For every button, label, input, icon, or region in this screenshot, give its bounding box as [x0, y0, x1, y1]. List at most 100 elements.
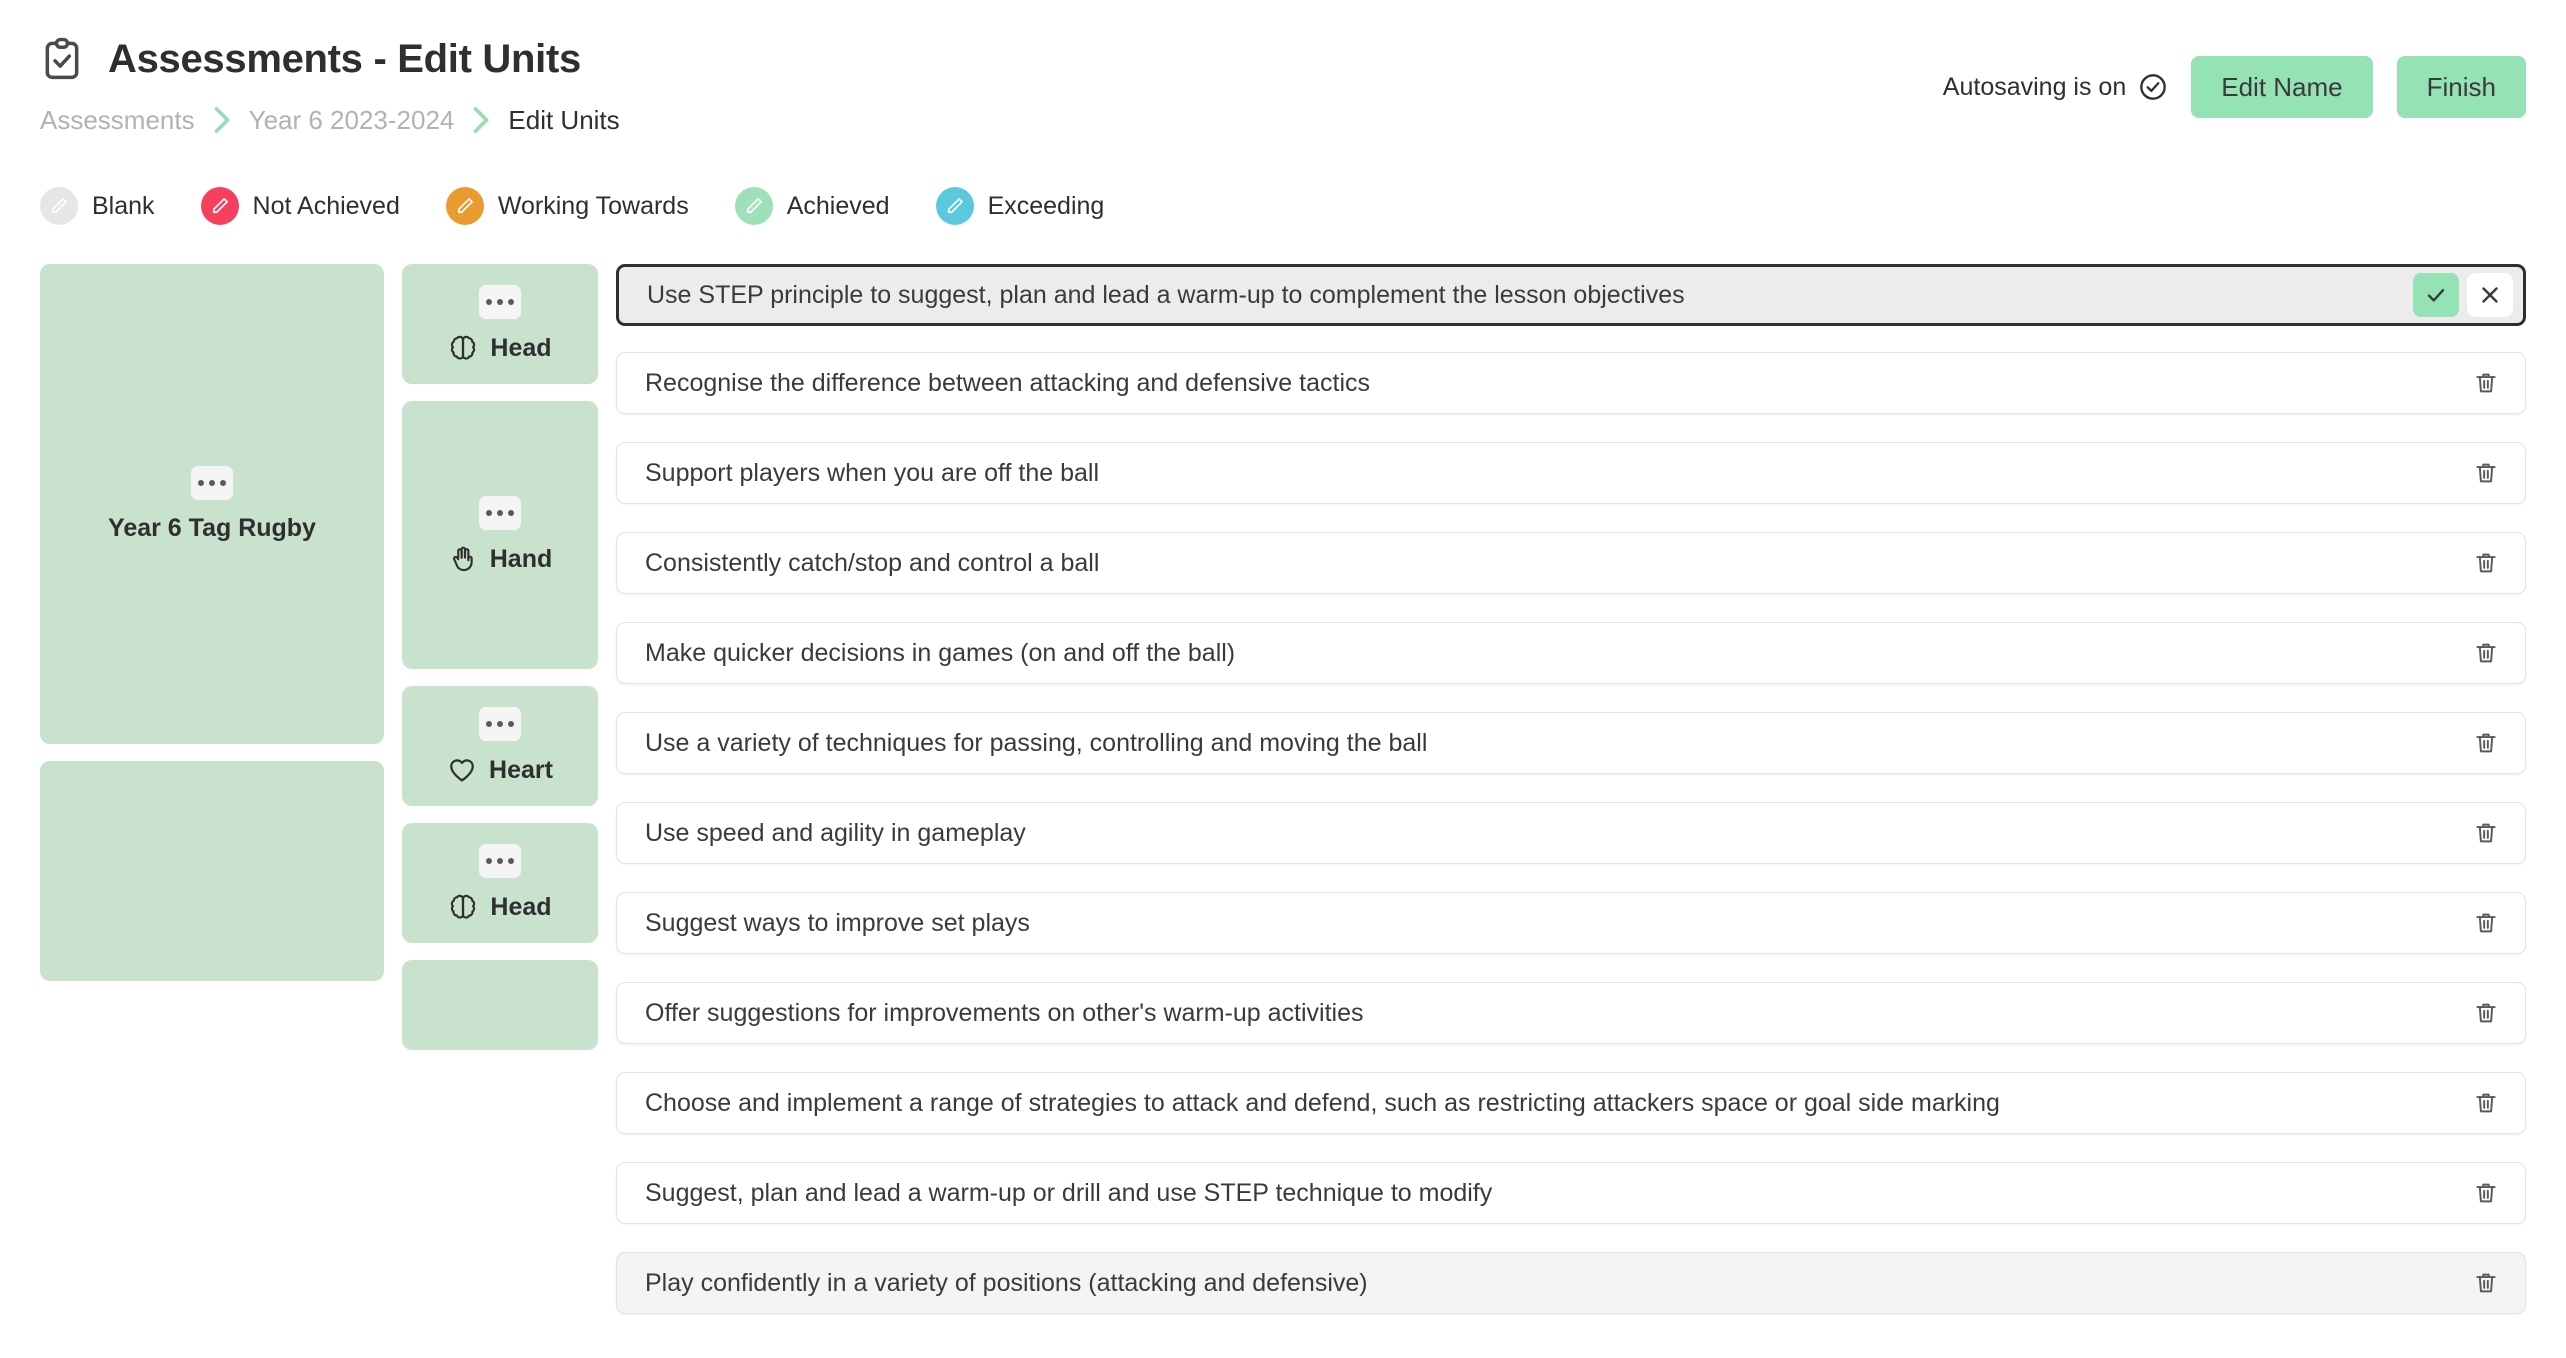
pencil-icon — [457, 198, 473, 214]
statement-row[interactable]: Suggest, plan and lead a warm-up or dril… — [616, 1162, 2526, 1224]
brain-icon — [451, 894, 476, 919]
legend-item-working-towards[interactable]: Working Towards — [445, 187, 689, 225]
breadcrumb-item-assessments[interactable]: Assessments — [40, 105, 195, 136]
status-badge-blank — [40, 187, 78, 225]
statement-row[interactable]: Use speed and agility in gameplay — [616, 802, 2526, 864]
units-column: Year 6 Tag Rugby — [40, 264, 384, 998]
status-badge-exceeding — [935, 187, 974, 225]
statement-row[interactable]: Offer suggestions for improvements on ot… — [616, 982, 2526, 1044]
legend-label-blank: Blank — [92, 191, 155, 220]
delete-statement-button[interactable] — [2469, 1176, 2503, 1210]
ellipsis-icon[interactable] — [479, 285, 521, 319]
delete-statement-button[interactable] — [2469, 546, 2503, 580]
statement-row[interactable]: Choose and implement a range of strategi… — [616, 1072, 2526, 1134]
delete-statement-button[interactable] — [2469, 996, 2503, 1030]
statement-text[interactable]: Suggest, plan and lead a warm-up or dril… — [645, 1179, 2469, 1208]
ellipsis-icon[interactable] — [479, 496, 521, 530]
statement-text[interactable]: Make quicker decisions in games (on and … — [645, 639, 2469, 668]
category-card-heart[interactable]: Heart — [402, 686, 598, 806]
statement-row[interactable]: Use a variety of techniques for passing,… — [616, 712, 2526, 774]
trash-icon — [2476, 1183, 2496, 1203]
edit-actions — [2413, 273, 2513, 317]
statement-text[interactable]: Recognise the difference between attacki… — [645, 369, 2469, 398]
delete-statement-button[interactable] — [2469, 726, 2503, 760]
unit-card[interactable]: Year 6 Tag Rugby — [40, 264, 384, 744]
breadcrumb-item-current: Edit Units — [508, 104, 620, 135]
statement-text[interactable]: Use STEP principle to suggest, plan and … — [647, 281, 2413, 310]
legend-label-working-towards: Working Towards — [497, 191, 689, 220]
statements-column: Use STEP principle to suggest, plan and … — [616, 264, 2526, 1342]
delete-statement-button[interactable] — [2469, 1266, 2503, 1300]
statement-text[interactable]: Offer suggestions for improvements on ot… — [645, 999, 2469, 1028]
close-icon — [2482, 287, 2498, 303]
ellipsis-icon[interactable] — [479, 707, 521, 741]
ellipsis-icon[interactable] — [479, 844, 521, 878]
chevron-right-icon-2 — [472, 106, 490, 134]
statement-text[interactable]: Use speed and agility in gameplay — [645, 819, 2469, 848]
legend-label-exceeding: Exceeding — [987, 191, 1105, 220]
statement-row[interactable]: Consistently catch/stop and control a ba… — [616, 532, 2526, 594]
ellipsis-icon[interactable] — [191, 465, 233, 500]
category-label-wrap: Hand — [448, 544, 552, 574]
legend-item-not-achieved[interactable]: Not Achieved — [200, 187, 400, 225]
category-label: Head — [490, 333, 552, 362]
statement-row-hovered[interactable]: Play confidently in a variety of positio… — [616, 1252, 2526, 1314]
delete-statement-button[interactable] — [2469, 366, 2503, 400]
finish-button[interactable]: Finish — [2396, 56, 2526, 118]
delete-statement-button[interactable] — [2469, 636, 2503, 670]
heart-icon — [450, 759, 474, 782]
delete-statement-button[interactable] — [2469, 1086, 2503, 1120]
statement-text[interactable]: Suggest ways to improve set plays — [645, 909, 2469, 938]
category-label: Head — [490, 892, 552, 921]
statement-text[interactable]: Play confidently in a variety of positio… — [645, 1269, 2469, 1298]
clipboard-check-icon — [40, 37, 84, 81]
trash-icon — [2476, 733, 2496, 753]
statement-row[interactable]: Support players when you are off the bal… — [616, 442, 2526, 504]
category-card-partial[interactable] — [402, 960, 598, 1050]
legend-item-blank[interactable]: Blank — [40, 187, 155, 225]
category-card-hand[interactable]: Hand — [402, 401, 598, 669]
categories-column: Head Hand Heart Head — [402, 264, 598, 1067]
statement-text[interactable]: Choose and implement a range of strategi… — [645, 1089, 2469, 1118]
status-legend: Blank Not Achieved Working Towards Achie… — [0, 178, 2566, 234]
statement-row[interactable]: Make quicker decisions in games (on and … — [616, 622, 2526, 684]
delete-statement-button[interactable] — [2469, 456, 2503, 490]
legend-item-achieved[interactable]: Achieved — [734, 187, 890, 225]
header-actions: Autosaving is on Edit Name Finish — [1943, 56, 2526, 118]
breadcrumb-item-year[interactable]: Year 6 2023-2024 — [249, 105, 455, 136]
pencil-icon — [746, 198, 762, 214]
statement-text[interactable]: Consistently catch/stop and control a ba… — [645, 549, 2469, 578]
trash-icon — [2476, 553, 2496, 573]
category-label: Heart — [489, 755, 553, 784]
statement-text[interactable]: Support players when you are off the bal… — [645, 459, 2469, 488]
legend-item-exceeding[interactable]: Exceeding — [935, 187, 1105, 225]
statement-text[interactable]: Use a variety of techniques for passing,… — [645, 729, 2469, 758]
category-label-wrap: Head — [448, 892, 552, 922]
cancel-edit-button[interactable] — [2467, 273, 2513, 317]
check-circle-icon — [2139, 73, 2167, 101]
check-icon — [2427, 288, 2445, 302]
statement-row-editing[interactable]: Use STEP principle to suggest, plan and … — [616, 264, 2526, 326]
pencil-icon — [947, 198, 963, 214]
category-card-head-2[interactable]: Head — [402, 823, 598, 943]
category-label-wrap: Heart — [447, 755, 553, 785]
trash-icon — [2476, 463, 2496, 483]
pencil-icon — [51, 198, 67, 214]
page-header: Assessments - Edit Units Assessments Yea… — [0, 0, 2566, 170]
unit-name: Year 6 Tag Rugby — [108, 513, 316, 542]
status-badge-achieved — [734, 187, 773, 225]
confirm-edit-button[interactable] — [2413, 273, 2459, 317]
edit-name-button[interactable]: Edit Name — [2191, 56, 2373, 118]
status-badge-not-achieved — [200, 187, 239, 225]
autosave-status: Autosaving is on — [1943, 73, 2167, 102]
statement-row[interactable]: Suggest ways to improve set plays — [616, 892, 2526, 954]
delete-statement-button[interactable] — [2469, 906, 2503, 940]
status-badge-working-towards — [445, 187, 484, 225]
delete-statement-button[interactable] — [2469, 816, 2503, 850]
statement-row[interactable]: Recognise the difference between attacki… — [616, 352, 2526, 414]
autosave-label: Autosaving is on — [1942, 72, 2127, 101]
trash-icon — [2476, 1003, 2496, 1023]
category-card-head[interactable]: Head — [402, 264, 598, 384]
unit-card[interactable] — [40, 761, 384, 981]
legend-label-not-achieved: Not Achieved — [252, 191, 400, 220]
